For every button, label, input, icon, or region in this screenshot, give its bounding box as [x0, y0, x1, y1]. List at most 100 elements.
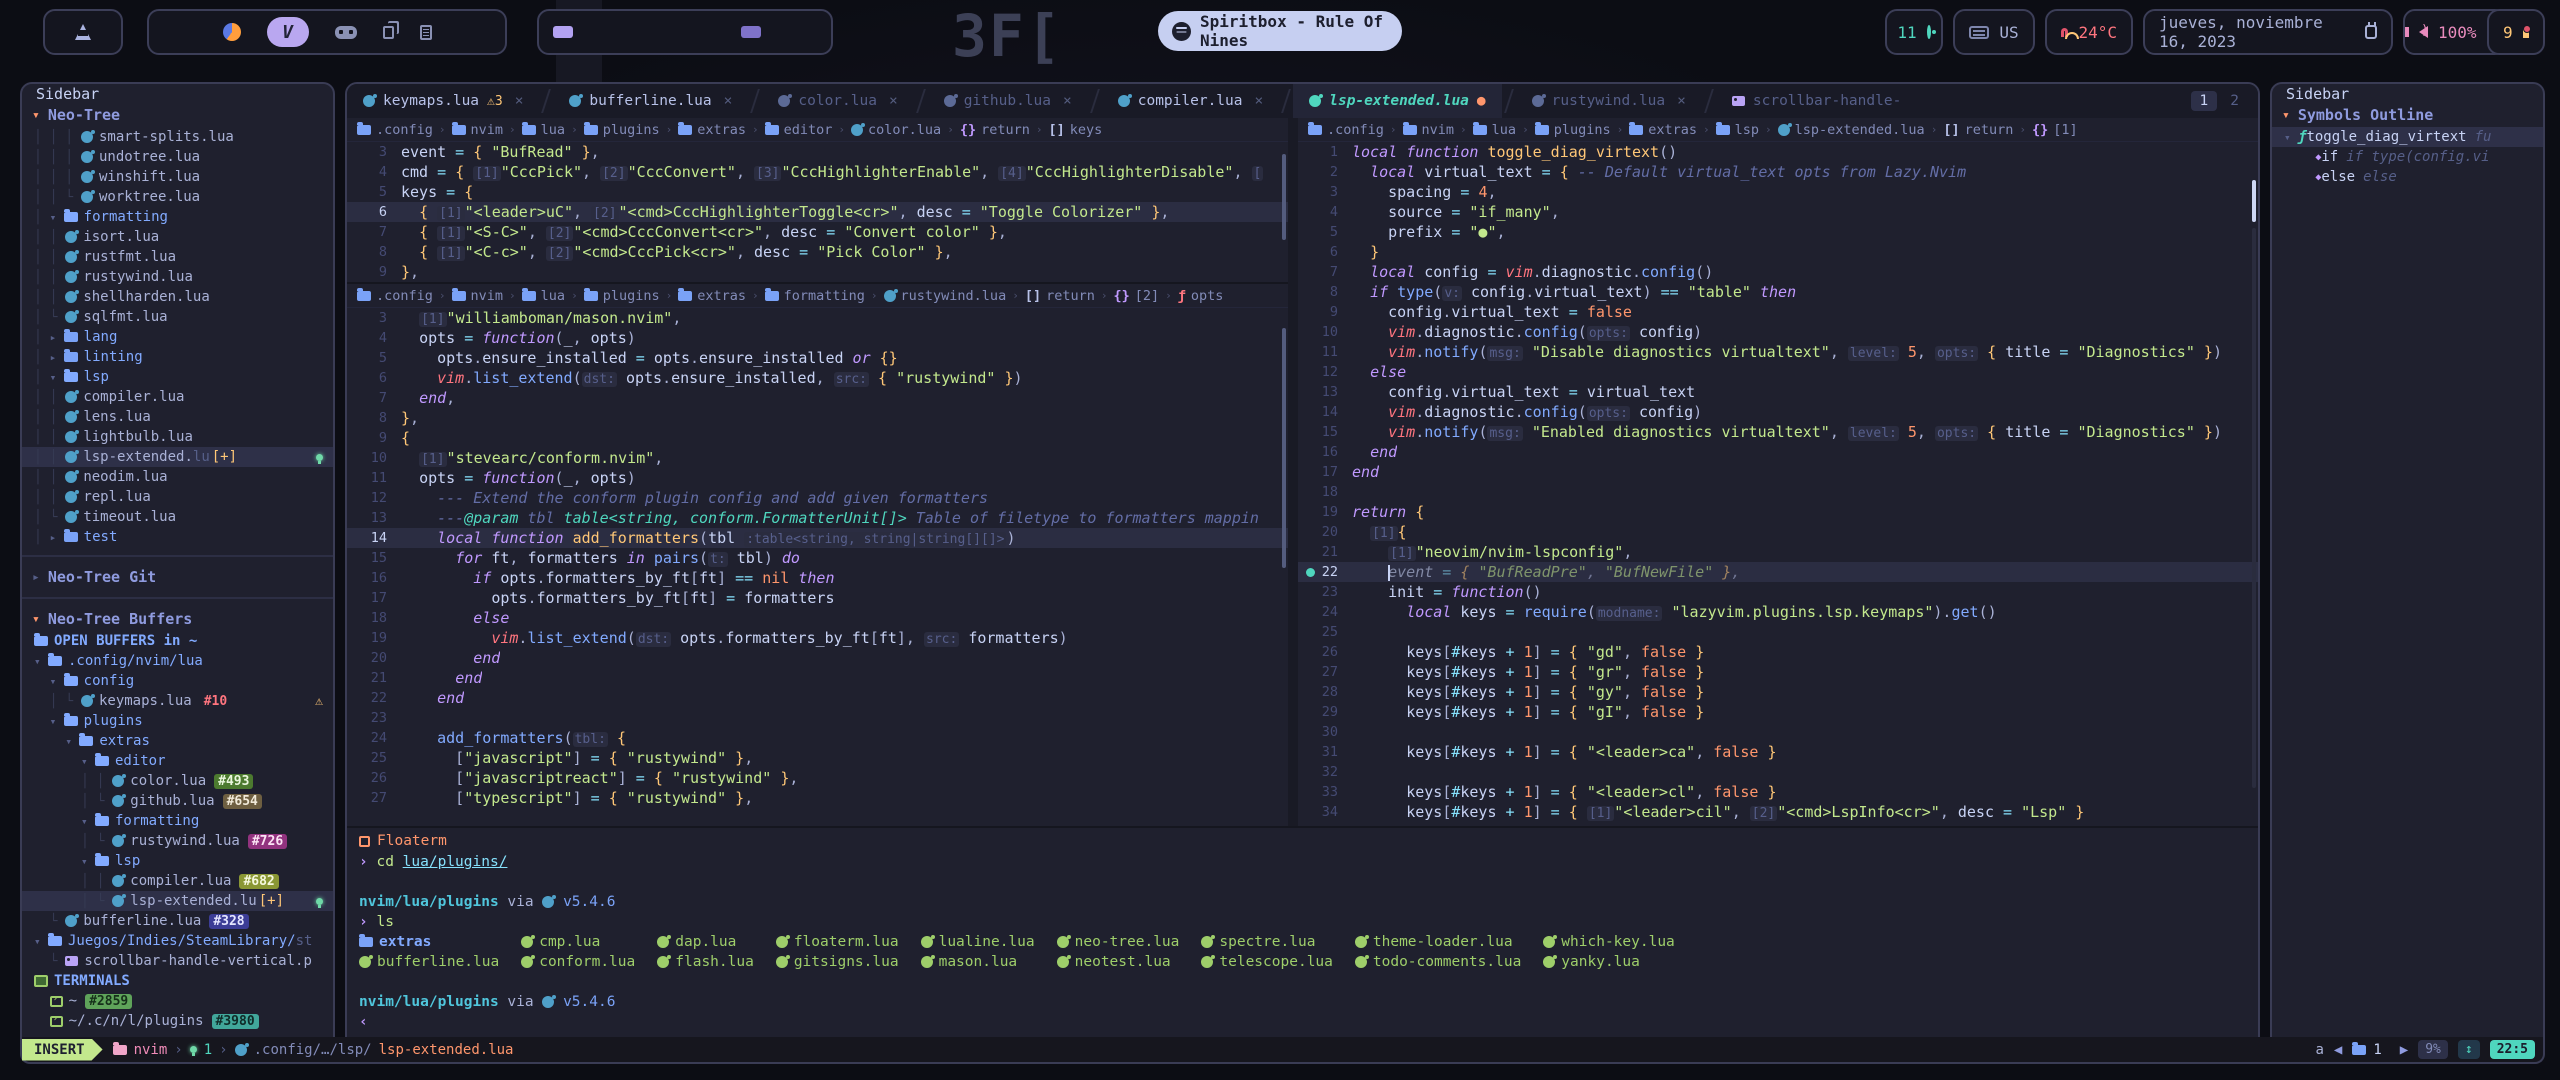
breadcrumb-item[interactable]: extras	[678, 122, 746, 138]
code-line-25[interactable]: 25 ["javascript"] = { "rustywind" },	[347, 748, 1288, 768]
ls-entry-cmp.lua[interactable]: cmp.lua	[521, 932, 635, 952]
code-line-21[interactable]: 21 [1]"neovim/nvim-lspconfig",	[1298, 542, 2258, 562]
tab-close-button[interactable]: ×	[515, 93, 524, 109]
tree-item-compiler.lua[interactable]: │ │ compiler.lua	[22, 387, 333, 407]
ls-entry-telescope.lua[interactable]: telescope.lua	[1201, 952, 1333, 972]
tab-close-button[interactable]: ×	[1255, 93, 1264, 109]
chevron-down-icon[interactable]: ▾	[34, 655, 48, 668]
tree-item-winshift.lua[interactable]: │ │ │ winshift.lua	[22, 167, 333, 187]
breadcrumb-item[interactable]: lsp	[1716, 122, 1759, 138]
tree-item--.c-n-l-plugins[interactable]: ~/.c/n/l/plugins#3980	[22, 1011, 333, 1031]
breadcrumb-item[interactable]: []return	[1025, 288, 1095, 304]
code-line-24[interactable]: 24 local keys = require(modname: "lazyvi…	[1298, 602, 2258, 622]
code-line-16[interactable]: 16 if opts.formatters_by_ft[ft] == nil t…	[347, 568, 1288, 588]
code-line-7[interactable]: 7 { [1]"<S-C>", [2]"<cmd>CccConvert<cr>"…	[347, 222, 1288, 242]
ls-entry-mason.lua[interactable]: mason.lua	[921, 952, 1035, 972]
chevron-down-icon[interactable]: ▾	[81, 815, 95, 828]
chevron-right-icon[interactable]: ▸	[32, 570, 40, 585]
code-line-20[interactable]: 20 [1]{	[1298, 522, 2258, 542]
gamepad-icon[interactable]	[335, 26, 357, 39]
code-line-24[interactable]: 24 add_formatters(tbl: {	[347, 728, 1288, 748]
ls-entry-neo-tree.lua[interactable]: neo-tree.lua	[1057, 932, 1180, 952]
section-header-neo-tree-buffers[interactable]: ▾Neo-Tree Buffers	[22, 607, 333, 631]
ls-entry-extras[interactable]: extras	[359, 932, 499, 952]
ls-entry-which-key.lua[interactable]: which-key.lua	[1543, 932, 1675, 952]
code-line-9[interactable]: 9 config.virtual_text = false	[1298, 302, 2258, 322]
code-line-3[interactable]: 3event = { "BufRead" },	[347, 142, 1288, 162]
code-line-4[interactable]: 4 source = "if_many",	[1298, 202, 2258, 222]
code-line-8[interactable]: 8 if type(v: config.virtual_text) == "ta…	[1298, 282, 2258, 302]
chevron-down-icon[interactable]: ▾	[32, 612, 40, 627]
code-line-23[interactable]: 23 init = function()	[1298, 582, 2258, 602]
code-area-rustywind-lua[interactable]: 3 [1]"williamboman/mason.nvim",4 opts = …	[347, 308, 1288, 808]
code-line-33[interactable]: 33 keys[#keys + 1] = { "<leader>cl", fal…	[1298, 782, 2258, 802]
breadcrumb-item[interactable]: ƒopts	[1178, 288, 1224, 304]
code-line-4[interactable]: 4 opts = function(_, opts)	[347, 328, 1288, 348]
tree-item-smart-splits.lua[interactable]: │ │ │ smart-splits.lua	[22, 127, 333, 147]
ls-entry-neotest.lua[interactable]: neotest.lua	[1057, 952, 1180, 972]
code-line-19[interactable]: 19 vim.list_extend(dst: opts.formatters_…	[347, 628, 1288, 648]
tree-item--[interactable]: ~#2859	[22, 991, 333, 1011]
breadcrumb-item[interactable]: .config	[357, 122, 433, 138]
code-line-13[interactable]: 13 config.virtual_text = virtual_text	[1298, 382, 2258, 402]
tree-item-lsp[interactable]: ▾lsp	[22, 851, 333, 871]
section-header-neo-tree-git[interactable]: ▸Neo-Tree Git	[22, 565, 333, 589]
tab-close-button[interactable]: ×	[724, 93, 733, 109]
workspace-strip[interactable]	[537, 9, 833, 55]
document-icon[interactable]	[420, 25, 432, 40]
tree-item-plugins[interactable]: ▾plugins	[22, 711, 333, 731]
code-line-17[interactable]: 17end	[1298, 462, 2258, 482]
code-line-29[interactable]: 29 keys[#keys + 1] = { "gI", false }	[1298, 702, 2258, 722]
breadcrumb-item[interactable]: lua	[1473, 122, 1516, 138]
code-line-8[interactable]: 8 { [1]"<C-c>", [2]"<cmd>CccPick<cr>", d…	[347, 242, 1288, 262]
code-line-7[interactable]: 7 end,	[347, 388, 1288, 408]
breadcrumb-item[interactable]: lua	[522, 122, 565, 138]
code-line-20[interactable]: 20 end	[347, 648, 1288, 668]
tab-close-button[interactable]: ×	[1677, 93, 1686, 109]
chevron-down-icon[interactable]: ▾	[34, 935, 48, 948]
code-line-12[interactable]: 12 else	[1298, 362, 2258, 382]
code-line-11[interactable]: 11 opts = function(_, opts)	[347, 468, 1288, 488]
breadcrumb-item[interactable]: {}return	[960, 122, 1030, 138]
breadcrumb-item[interactable]: []keys	[1048, 122, 1102, 138]
tree-item-linting[interactable]: │ ▸linting	[22, 347, 333, 367]
terminal-prompt-info[interactable]: nvim/lua/plugins via v5.4.6	[347, 892, 2258, 912]
breadcrumb-item[interactable]: plugins	[584, 122, 660, 138]
tree-item-scrollbar-handle-vertical.p[interactable]: └ scrollbar-handle-vertical.p	[22, 951, 333, 971]
tree-item-github.lua[interactable]: │ └ github.lua#654	[22, 791, 333, 811]
code-line-19[interactable]: 19return {	[1298, 502, 2258, 522]
code-line-6[interactable]: 6 { [1]"<leader>uC", [2]"<cmd>CccHighlig…	[347, 202, 1288, 222]
neovim-icon[interactable]: V	[267, 17, 309, 47]
code-line-22[interactable]: 22 event = { "BufReadPre", "BufNewFile" …	[1298, 562, 2258, 582]
code-line-26[interactable]: 26 ["javascriptreact"] = { "rustywind" }…	[347, 768, 1288, 788]
code-line-15[interactable]: 15 vim.notify(msg: "Enabled diagnostics …	[1298, 422, 2258, 442]
ls-entry-flash.lua[interactable]: flash.lua	[657, 952, 754, 972]
tab-lsp-extended.lua[interactable]: lsp-extended.lua●	[1293, 84, 1501, 118]
breadcrumb-item[interactable]: .config	[357, 288, 433, 304]
tree-item-keymaps.lua[interactable]: │ └ keymaps.lua#10⚠	[22, 691, 333, 711]
code-line-31[interactable]: 31 keys[#keys + 1] = { "<leader>ca", fal…	[1298, 742, 2258, 762]
code-line-5[interactable]: 5 opts.ensure_installed = opts.ensure_in…	[347, 348, 1288, 368]
chevron-down-icon[interactable]: ▾	[81, 755, 95, 768]
breadcrumb-item[interactable]: plugins	[1535, 122, 1611, 138]
chevron-down-icon[interactable]: ▾	[2282, 108, 2290, 123]
breadcrumb-item[interactable]: .config	[1308, 122, 1384, 138]
chevron-down-icon[interactable]: ▾	[50, 675, 64, 688]
code-line-15[interactable]: 15 for ft, formatters in pairs(t: tbl) d…	[347, 548, 1288, 568]
tree-item-formatting[interactable]: ▾formatting	[22, 811, 333, 831]
breadcrumb-item[interactable]: plugins	[584, 288, 660, 304]
scrollbar-thumb[interactable]	[1282, 154, 1286, 240]
code-line-10[interactable]: 10 [1]"stevearc/conform.nvim",	[347, 448, 1288, 468]
tree-item-test[interactable]: │ ▸test	[22, 527, 333, 547]
ls-entry-conform.lua[interactable]: conform.lua	[521, 952, 635, 972]
code-line-27[interactable]: 27 ["typescript"] = { "rustywind" },	[347, 788, 1288, 808]
tree-item-juegos-indies-steamlibrary-[interactable]: ▾Juegos/Indies/SteamLibrary/st	[22, 931, 333, 951]
code-line-17[interactable]: 17 opts.formatters_by_ft[ft] = formatter…	[347, 588, 1288, 608]
tree-item-neodim.lua[interactable]: │ │ neodim.lua	[22, 467, 333, 487]
tab-page-2[interactable]: 2	[2221, 91, 2248, 111]
notifications-widget[interactable]: 9	[2487, 9, 2545, 55]
tab-close-button[interactable]: ×	[1063, 93, 1072, 109]
code-line-1[interactable]: 1local function toggle_diag_virtext()	[1298, 142, 2258, 162]
tab-keymaps.lua[interactable]: keymaps.lua⚠3×	[347, 84, 539, 118]
chevron-down-icon[interactable]: ▾	[50, 371, 64, 384]
